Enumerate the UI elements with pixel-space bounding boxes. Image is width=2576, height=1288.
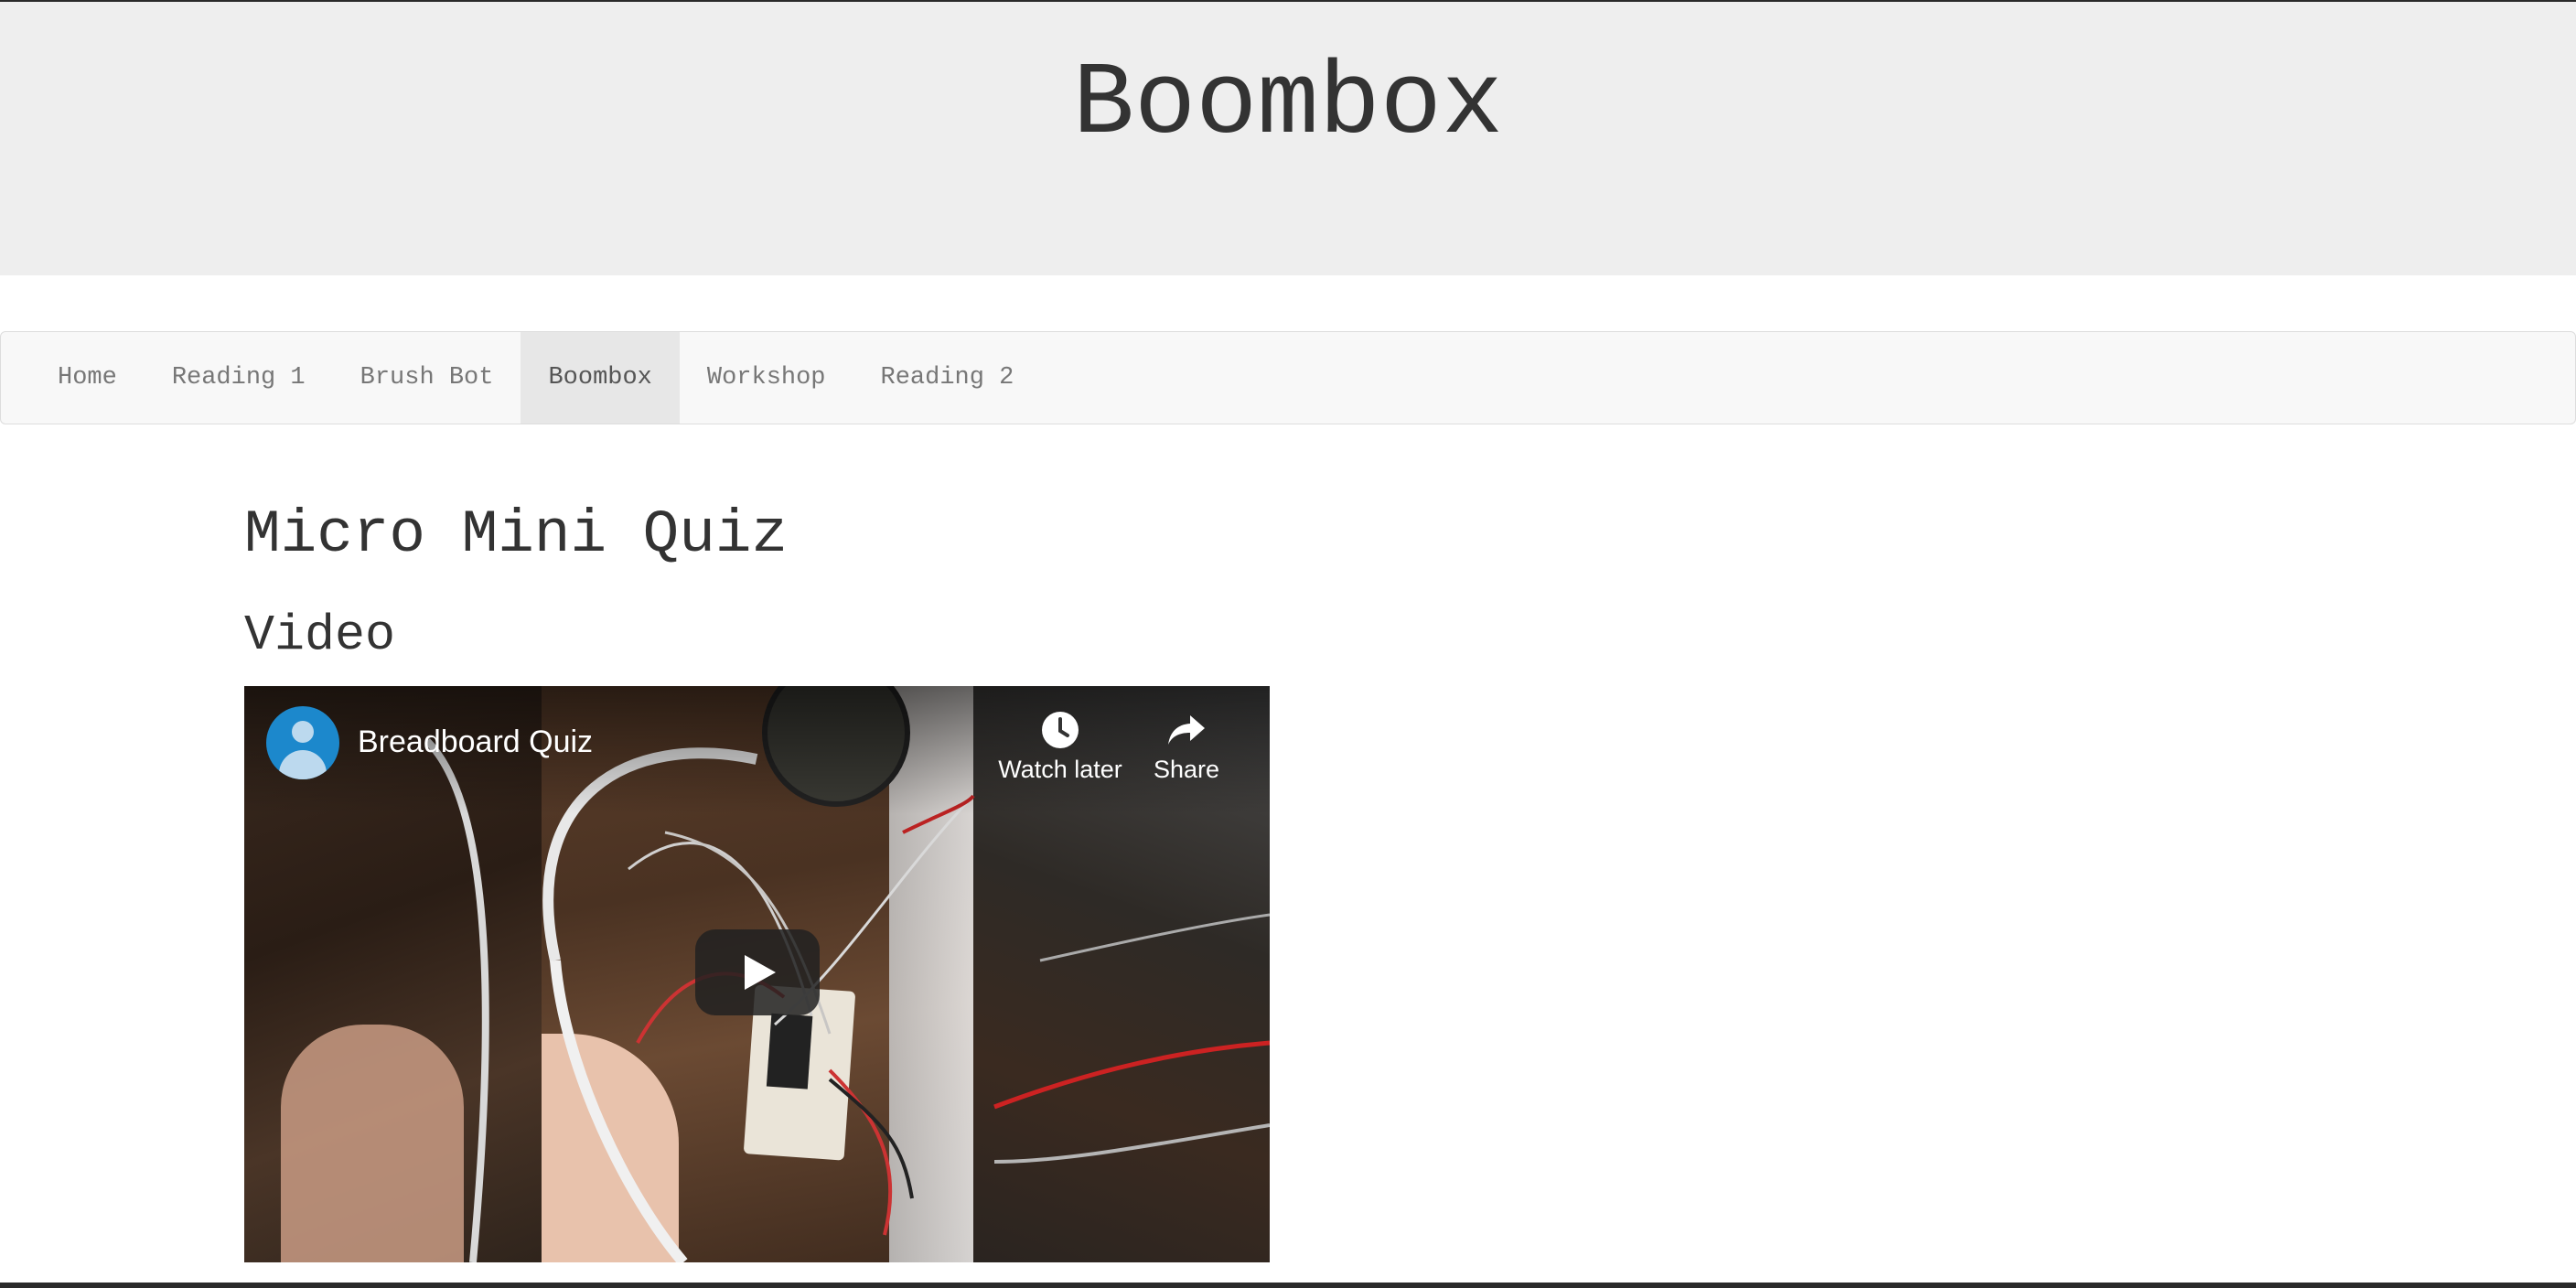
page-heading: Micro Mini Quiz [244,500,789,569]
watch-later-label: Watch later [998,756,1122,783]
clock-icon [996,710,1124,756]
site-header: Boombox [0,2,2576,275]
channel-avatar-icon[interactable] [266,706,339,779]
watch-later-button[interactable]: Watch later [996,710,1124,784]
play-button[interactable] [695,929,820,1015]
nav-item-brush-bot[interactable]: Brush Bot [333,332,521,424]
window-bottom-border [0,1283,2576,1288]
site-title: Boombox [1072,47,1504,163]
share-arrow-icon [1150,710,1223,756]
video-player[interactable]: Breadboard Quiz Watch later Share [244,686,1270,1262]
nav-item-workshop[interactable]: Workshop [680,332,853,424]
share-label: Share [1153,756,1220,783]
play-icon [745,955,776,990]
nav-item-reading-1[interactable]: Reading 1 [145,332,333,424]
nav-item-home[interactable]: Home [30,332,145,424]
video-title[interactable]: Breadboard Quiz [358,724,593,760]
nav-item-boombox[interactable]: Boombox [521,332,680,424]
section-heading-video: Video [244,606,396,664]
main-navbar: Home Reading 1 Brush Bot Boombox Worksho… [0,331,2576,424]
share-button[interactable]: Share [1150,710,1223,784]
nav-item-reading-2[interactable]: Reading 2 [853,332,1042,424]
